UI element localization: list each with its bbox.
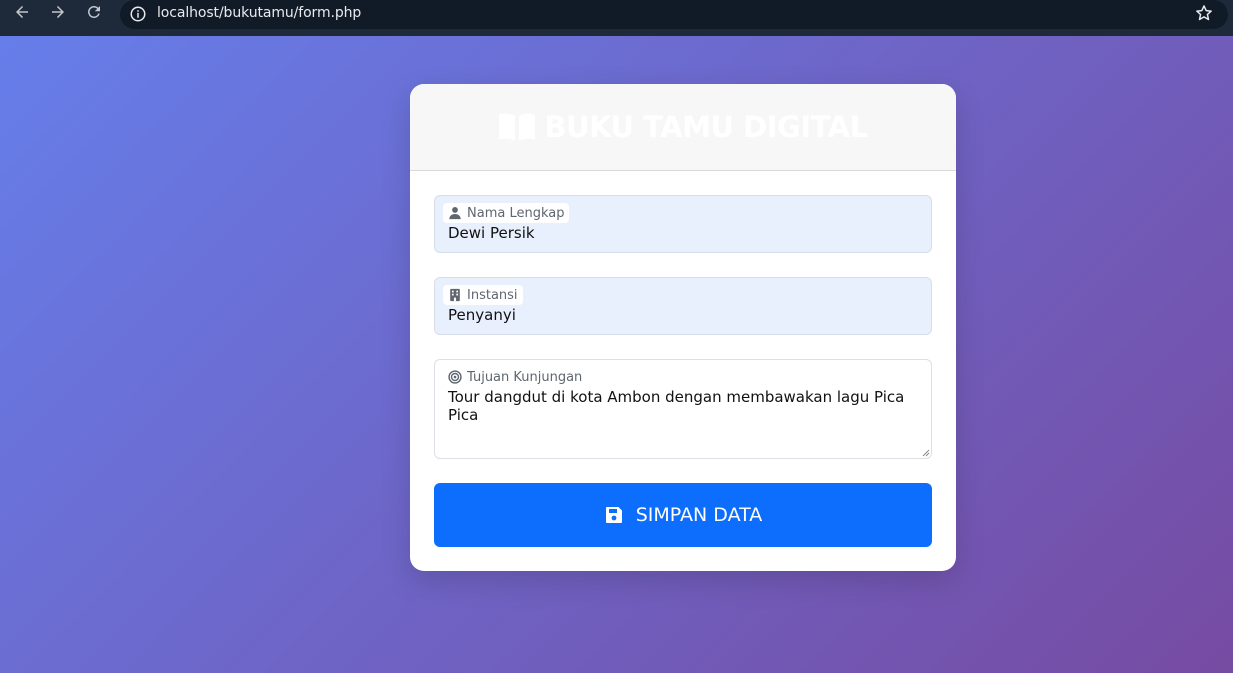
card-title-text: BUKU TAMU DIGITAL [544, 110, 868, 144]
user-icon [449, 207, 461, 220]
arrow-right-icon [52, 6, 64, 18]
address-bar[interactable]: localhost/bukutamu/form.php [120, 0, 1228, 29]
tujuan-kunjungan-textarea[interactable]: Tour dangdut di kota Ambon dengan membaw… [448, 388, 931, 424]
target-icon [448, 370, 462, 384]
book-open-icon [499, 113, 536, 141]
bookmark-star-icon[interactable] [1194, 3, 1214, 23]
tujuan-kunjungan-label-text: Tujuan Kunjungan [467, 369, 583, 385]
info-icon[interactable] [129, 5, 147, 23]
save-icon [605, 507, 622, 523]
tujuan-kunjungan-label: Tujuan Kunjungan [443, 367, 587, 387]
card-header: BUKU TAMU DIGITAL [410, 84, 956, 171]
tujuan-kunjungan-field[interactable]: Tujuan Kunjungan Tour dangdut di kota Am… [434, 359, 932, 459]
back-button[interactable] [12, 2, 32, 22]
building-icon [450, 288, 460, 302]
resize-grip-icon[interactable] [922, 449, 930, 457]
nama-lengkap-field[interactable]: Nama Lengkap Dewi Persik [434, 195, 932, 253]
browser-toolbar: localhost/bukutamu/form.php [0, 0, 1233, 36]
instansi-input[interactable]: Penyanyi [448, 306, 516, 324]
nama-lengkap-input[interactable]: Dewi Persik [448, 224, 535, 242]
simpan-data-label: SIMPAN DATA [635, 504, 763, 526]
card-title: BUKU TAMU DIGITAL [498, 110, 868, 144]
url-text[interactable]: localhost/bukutamu/form.php [157, 5, 361, 21]
guestbook-card: BUKU TAMU DIGITAL Nama Lengkap Dewi Pers… [410, 84, 956, 571]
reload-icon [88, 5, 100, 18]
simpan-data-button[interactable]: SIMPAN DATA [434, 483, 932, 547]
instansi-label-text: Instansi [467, 287, 518, 303]
reload-button[interactable] [84, 2, 104, 22]
arrow-left-icon [16, 6, 28, 18]
nama-lengkap-label-text: Nama Lengkap [467, 205, 565, 221]
nama-lengkap-label: Nama Lengkap [443, 203, 570, 223]
instansi-label: Instansi [443, 285, 523, 305]
forward-button[interactable] [48, 2, 68, 22]
instansi-field[interactable]: Instansi Penyanyi [434, 277, 932, 335]
